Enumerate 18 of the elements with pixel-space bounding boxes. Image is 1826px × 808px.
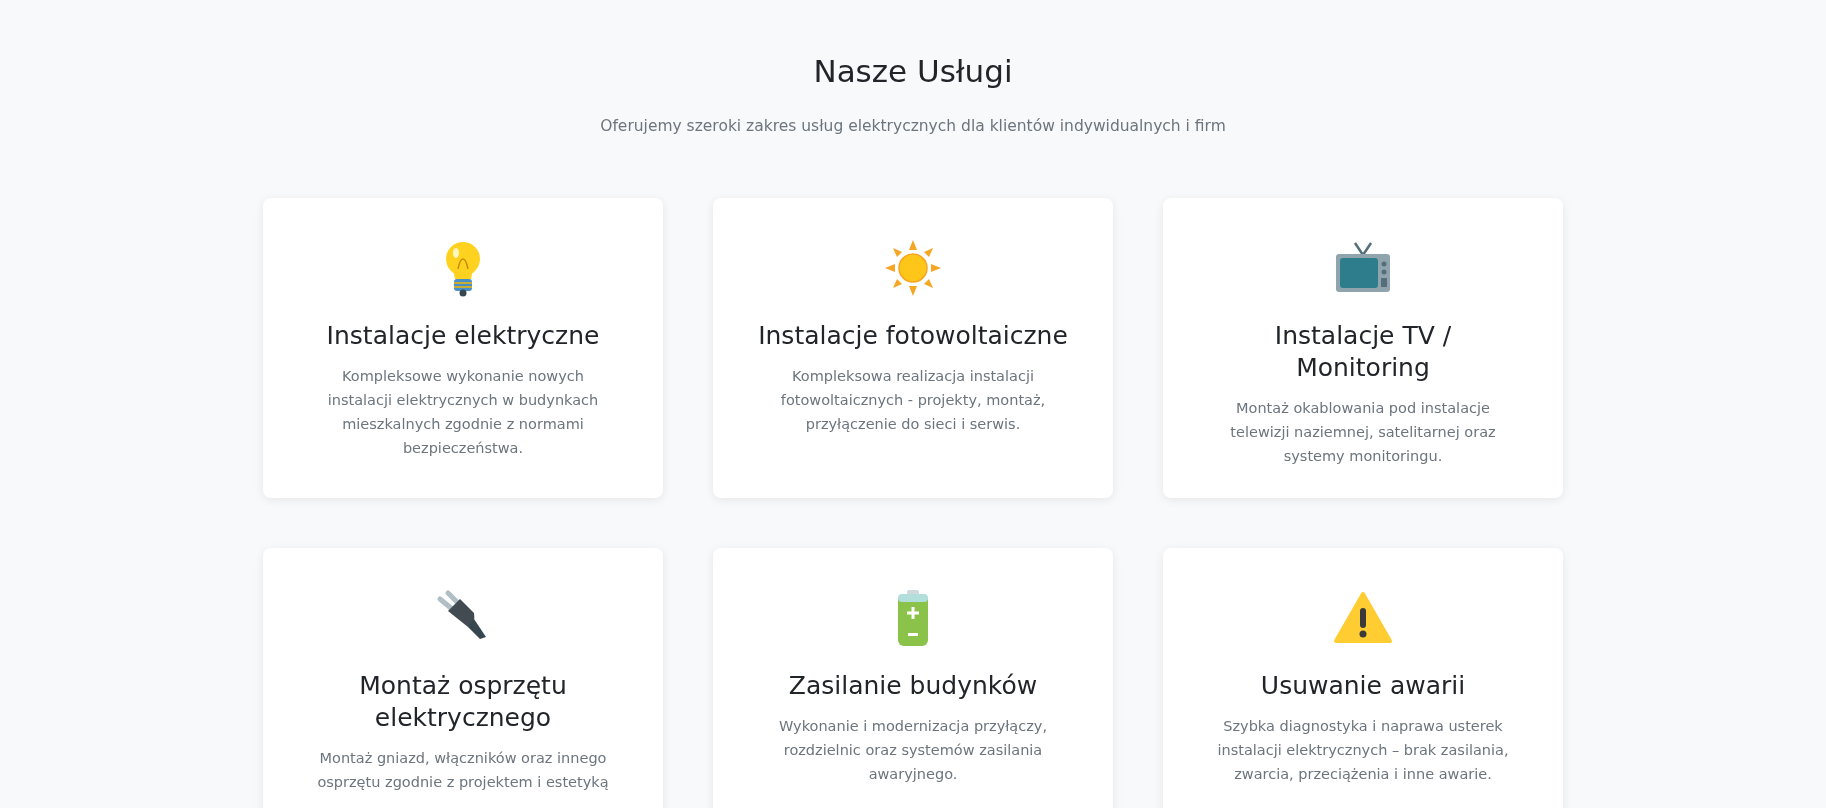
service-title: Instalacje elektryczne (326, 320, 600, 352)
section-title: Nasze Usługi (813, 52, 1013, 91)
battery-icon (896, 589, 930, 647)
service-title: Instalacje fotowoltaiczne (758, 320, 1068, 352)
service-description: Kompleksowa realizacja instalacji fotowoltaicznych - projekty, montaż, przyłączenie do sieci i serwis. (779, 367, 1047, 434)
service-description: Kompleksowe wykonanie nowych instalacji elektrycznych w budynkach mieszkalnych zgodnie z normami bezpieczeństwa. (326, 367, 600, 458)
television-icon (1333, 241, 1393, 295)
service-description: Montaż okablowania pod instalacje telewizji naziemnej, satelitarnej oraz systemy monitoringu. (1229, 399, 1497, 466)
service-title: Instalacje TV / Monitoring (1273, 320, 1453, 384)
service-description: Wykonanie i modernizacja przyłączy, rozdzielnic oraz systemów zasilania awaryjnego. (777, 717, 1049, 784)
service-title: Zasilanie budynków (788, 670, 1038, 702)
service-title: Montaż osprzętu elektrycznego (358, 670, 568, 734)
service-description: Montaż gniazd, włączników oraz innego osprzętu zgodnie z projektem i estetyką (316, 749, 610, 792)
service-description: Szybka diagnostyka i naprawa usterek instalacji elektrycznych – brak zasilania, zwarcia, przeciążenia i inne awarie. (1216, 717, 1510, 784)
service-title: Usuwanie awarii (1260, 670, 1466, 702)
sun-icon (884, 239, 942, 297)
warning-icon (1333, 591, 1393, 645)
section-subtitle: Oferujemy szeroki zakres usług elektrycznych dla klientów indywidualnych i firm (600, 115, 1226, 137)
